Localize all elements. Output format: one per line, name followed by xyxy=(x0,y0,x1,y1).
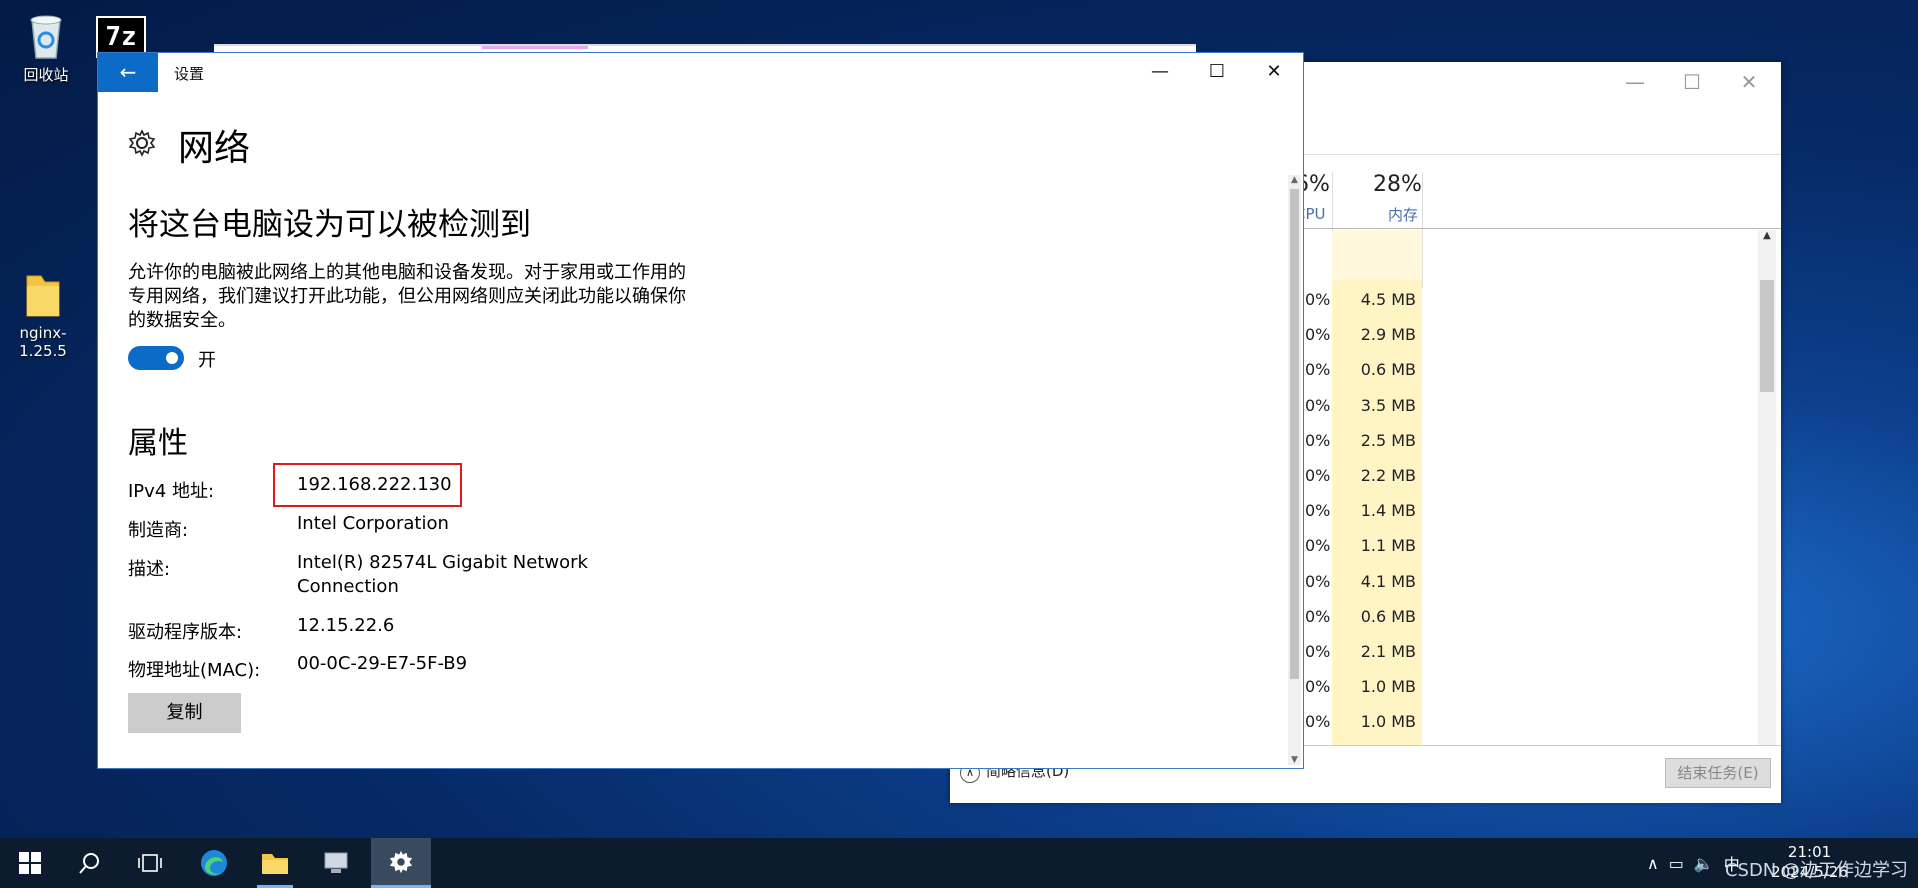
page-title: 网络 xyxy=(178,128,251,169)
tm-row-memory-value: 2.2 MB xyxy=(1360,466,1416,485)
tray-chevron-icon[interactable]: ∧ xyxy=(1647,854,1659,873)
tm-end-task-button[interactable]: 结束任务(E) xyxy=(1665,758,1771,788)
ipv4-value: 192.168.222.130 xyxy=(297,474,452,495)
settings-title: 设置 xyxy=(174,65,205,83)
tm-minimize-button[interactable]: — xyxy=(1615,70,1655,94)
settings-scroll-thumb[interactable] xyxy=(1290,189,1299,679)
tm-row-memory-value: 4.1 MB xyxy=(1360,572,1416,591)
description-value-line2: Connection xyxy=(297,576,399,597)
tm-row-memory-value: 3.5 MB xyxy=(1360,396,1416,415)
settings-maximize-button[interactable]: ☐ xyxy=(1191,57,1243,87)
back-button[interactable]: ← xyxy=(98,53,158,92)
search-button[interactable] xyxy=(60,838,120,888)
taskbar: ∧ ▭ 🔈 中 21:01 2024/5/26 CSDN @边工作边学习 xyxy=(0,838,1918,888)
toggle-knob xyxy=(166,352,178,364)
tm-row-memory-value: 1.0 MB xyxy=(1360,677,1416,696)
discoverable-section-heading: 将这台电脑设为可以被检测到 xyxy=(128,207,531,243)
search-icon xyxy=(79,853,99,874)
discoverable-toggle[interactable] xyxy=(128,346,184,370)
tm-row-cpu-value: 0% xyxy=(1305,536,1331,555)
ipv4-label: IPv4 地址: xyxy=(128,481,215,502)
tm-row-memory-value: 1.4 MB xyxy=(1360,501,1416,520)
driver-version-value: 12.15.22.6 xyxy=(297,615,395,636)
mac-address-label: 物理地址(MAC): xyxy=(128,660,261,681)
arrow-left-icon: ← xyxy=(119,60,137,84)
network-tray-icon[interactable]: ▭ xyxy=(1669,854,1684,873)
tm-scroll-thumb[interactable] xyxy=(1760,280,1774,392)
settings-window[interactable]: ← 设置 — ☐ ✕ 网络 将这台电脑设为可以被检测到 允许你的电脑被此网络上的… xyxy=(97,52,1304,769)
tm-row-cpu-value: 0% xyxy=(1305,712,1331,731)
windows-logo-icon xyxy=(19,852,41,874)
tm-row-memory-value: 1.1 MB xyxy=(1360,536,1416,555)
settings-scroll-down-icon[interactable]: ▼ xyxy=(1288,755,1301,765)
tm-memory-header[interactable]: 28% xyxy=(1373,172,1422,197)
file-explorer-taskbar-button[interactable] xyxy=(245,838,305,888)
discoverable-description: 允许你的电脑被此网络上的其他电脑和设备发现。对于家用或工作用的专用网络，我们建议… xyxy=(128,262,686,331)
task-view-button[interactable] xyxy=(120,838,180,888)
recycle-bin-desktop-icon[interactable]: 回收站 xyxy=(1,8,91,85)
tm-row-memory-value: 1.0 MB xyxy=(1360,712,1416,731)
folder-icon xyxy=(23,270,63,320)
settings-close-button[interactable]: ✕ xyxy=(1248,57,1300,87)
settings-taskbar-button[interactable] xyxy=(371,838,431,888)
csdn-watermark: CSDN @边工作边学习 xyxy=(1724,860,1908,881)
tm-memory-subheader: 内存 xyxy=(1388,206,1419,224)
settings-minimize-button[interactable]: — xyxy=(1134,57,1186,87)
tm-row-cpu-value: 0% xyxy=(1305,360,1331,379)
settings-scroll-up-icon[interactable]: ▲ xyxy=(1288,175,1301,185)
tm-row-cpu-value: 0% xyxy=(1305,396,1331,415)
tm-row-cpu-value: 0% xyxy=(1305,466,1331,485)
gear-icon xyxy=(128,129,156,164)
tm-row-cpu-value: 0% xyxy=(1305,431,1331,450)
tm-row-cpu-value: 0% xyxy=(1305,501,1331,520)
description-label: 描述: xyxy=(128,559,171,580)
settings-titlebar[interactable]: ← 设置 — ☐ ✕ xyxy=(98,53,1303,92)
tm-row-cpu-value: 0% xyxy=(1305,677,1331,696)
tm-scroll-up-icon[interactable]: ▲ xyxy=(1758,230,1776,241)
manufacturer-label: 制造商: xyxy=(128,520,189,541)
tm-row-cpu-value: 0% xyxy=(1305,572,1331,591)
network-app-taskbar-button[interactable] xyxy=(306,838,366,888)
tm-row-memory-value: 2.5 MB xyxy=(1360,431,1416,450)
tm-scrollbar[interactable]: ▲ ▼ xyxy=(1758,230,1776,800)
start-button[interactable] xyxy=(0,838,60,888)
settings-scrollbar[interactable]: ▲ ▼ xyxy=(1288,175,1301,765)
tm-row-memory-value: 0.6 MB xyxy=(1360,360,1416,379)
tm-row-memory-value: 2.9 MB xyxy=(1360,325,1416,344)
tm-row-cpu-value: 0% xyxy=(1305,325,1331,344)
properties-heading: 属性 xyxy=(128,426,188,461)
edge-taskbar-button[interactable] xyxy=(184,838,244,888)
description-value-line1: Intel(R) 82574L Gigabit Network xyxy=(297,552,588,573)
tm-row-memory-value: 2.1 MB xyxy=(1360,642,1416,661)
driver-version-label: 驱动程序版本: xyxy=(128,622,243,643)
nginx-folder-desktop-icon[interactable]: nginx-1.25.5 xyxy=(0,270,88,360)
tm-row-memory-value: 4.5 MB xyxy=(1360,290,1416,309)
tm-row-cpu-value: 0% xyxy=(1305,642,1331,661)
gear-icon xyxy=(389,850,413,873)
recycle-bin-icon xyxy=(22,8,70,60)
nginx-folder-label: nginx-1.25.5 xyxy=(19,324,67,360)
mac-address-value: 00-0C-29-E7-5F-B9 xyxy=(297,653,468,674)
recycle-bin-label: 回收站 xyxy=(23,66,69,84)
file-explorer-icon xyxy=(262,854,288,874)
network-computer-icon xyxy=(324,852,348,873)
tm-col-divider xyxy=(1422,172,1423,288)
tm-close-button[interactable]: ✕ xyxy=(1729,70,1769,94)
discoverable-toggle-state: 开 xyxy=(198,350,216,371)
manufacturer-value: Intel Corporation xyxy=(297,513,449,534)
tm-row-cpu-value: 0% xyxy=(1305,290,1331,309)
task-view-icon xyxy=(138,854,162,872)
tm-row-memory-value: 0.6 MB xyxy=(1360,607,1416,626)
tm-maximize-button[interactable]: ☐ xyxy=(1672,70,1712,94)
edge-icon xyxy=(201,850,227,876)
volume-icon[interactable]: 🔈 xyxy=(1694,854,1714,873)
copy-button[interactable]: 复制 xyxy=(128,693,241,733)
tm-row-cpu-value: 0% xyxy=(1305,607,1331,626)
